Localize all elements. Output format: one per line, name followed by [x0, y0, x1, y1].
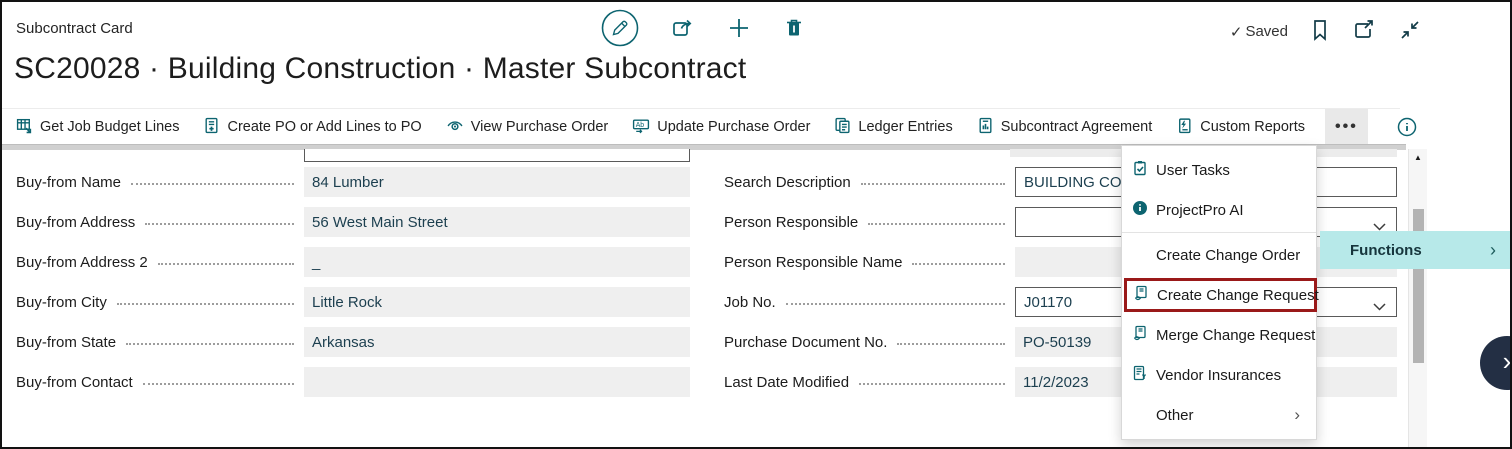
view-purchase-order-button[interactable]: View Purchase Order — [446, 117, 609, 138]
more-actions-menu: User Tasks ProjectPro AI Create Change O… — [1121, 145, 1317, 440]
info-icon — [1396, 116, 1418, 141]
submenu-chevron-icon: › — [1294, 405, 1316, 425]
menu-item-user-tasks[interactable]: User Tasks — [1122, 150, 1316, 190]
bookmark-button[interactable] — [1310, 18, 1330, 45]
menu-divider — [1122, 232, 1316, 233]
menu-item-create-change-request[interactable]: Create Change Request — [1124, 278, 1317, 312]
page-inspection-button[interactable] — [1396, 116, 1418, 141]
menu-item-vendor-insurances[interactable]: Vendor Insurances — [1122, 355, 1316, 395]
share-button[interactable] — [670, 15, 696, 44]
chevron-down-icon[interactable] — [1373, 298, 1386, 315]
next-record-button[interactable]: › — [1480, 336, 1512, 390]
page-title: SC20028 · Building Construction · Master… — [14, 52, 746, 86]
svg-text:Ab: Ab — [636, 122, 645, 129]
menu-item-projectpro-ai[interactable]: ProjectPro AI — [1122, 190, 1316, 230]
vendor-insurances-icon — [1132, 365, 1148, 385]
buy-from-contact-field — [304, 367, 690, 397]
field-row-buy-from-state: Buy-from State Arkansas — [16, 322, 690, 362]
buy-from-address-2-field: _ — [304, 247, 690, 277]
buy-from-address-field: 56 West Main Street — [304, 207, 690, 237]
subcontract-card-window: Subcontract Card — [0, 0, 1512, 449]
plus-icon — [726, 15, 752, 44]
buy-from-state-field: Arkansas — [304, 327, 690, 357]
scrollbar-up-arrow[interactable]: ▲ — [1409, 153, 1427, 162]
new-record-button[interactable] — [726, 15, 752, 44]
edit-toggle-button[interactable] — [600, 8, 640, 51]
trash-icon — [782, 16, 806, 43]
delete-button[interactable] — [782, 16, 806, 43]
create-change-request-icon — [1133, 285, 1149, 305]
update-purchase-order-button[interactable]: Ab Update Purchase Order — [632, 117, 810, 138]
functions-menu-item[interactable]: Functions › — [1320, 231, 1512, 269]
collapse-button[interactable] — [1398, 18, 1422, 45]
get-job-budget-lines-button[interactable]: Get Job Budget Lines — [16, 117, 179, 138]
ledger-entries-icon — [834, 117, 851, 138]
breadcrumb: Subcontract Card — [16, 20, 133, 37]
field-row-buy-from-name: Buy-from Name 84 Lumber — [16, 162, 690, 202]
window-status-icons: ✓ Saved — [1230, 18, 1422, 45]
projectpro-ai-icon — [1132, 200, 1148, 220]
record-action-icons — [600, 8, 806, 51]
field-row-buy-from-address: Buy-from Address 56 West Main Street — [16, 202, 690, 242]
form-column-left: Buy-from Name 84 Lumber Buy-from Address… — [16, 162, 690, 402]
custom-reports-icon — [1176, 117, 1193, 138]
custom-reports-button[interactable]: Custom Reports — [1176, 117, 1305, 138]
bookmark-icon — [1310, 18, 1330, 45]
field-row-buy-from-city: Buy-from City Little Rock — [16, 282, 690, 322]
view-purchase-order-icon — [446, 117, 464, 138]
job-budget-lines-icon — [16, 117, 33, 138]
subcontract-agreement-button[interactable]: Subcontract Agreement — [977, 117, 1153, 138]
buy-from-city-field: Little Rock — [304, 287, 690, 317]
chevron-right-icon: › — [1503, 346, 1512, 377]
buy-from-name-field: 84 Lumber — [304, 167, 690, 197]
menu-item-other[interactable]: Other › — [1122, 395, 1316, 435]
collapse-arrows-icon — [1398, 18, 1422, 45]
subcontract-agreement-icon — [977, 117, 994, 138]
create-po-button[interactable]: Create PO or Add Lines to PO — [203, 117, 421, 138]
create-po-icon — [203, 117, 220, 138]
pencil-circle-icon — [600, 8, 640, 51]
popout-icon — [1352, 18, 1376, 45]
field-row-buy-from-contact: Buy-from Contact — [16, 362, 690, 402]
more-actions-button[interactable]: ••• — [1325, 109, 1368, 146]
share-icon — [670, 15, 696, 44]
user-tasks-icon — [1132, 160, 1148, 180]
update-purchase-order-icon: Ab — [632, 117, 650, 138]
flyout-chevron-icon: › — [1490, 240, 1496, 261]
vertical-scrollbar[interactable]: ▲ — [1408, 149, 1427, 447]
merge-change-request-icon — [1132, 325, 1148, 345]
ledger-entries-button[interactable]: Ledger Entries — [834, 117, 952, 138]
action-toolbar: Get Job Budget Lines Create PO or Add Li… — [2, 108, 1400, 145]
clipped-input-left — [304, 149, 690, 162]
menu-item-merge-change-request[interactable]: Merge Change Request — [1122, 315, 1316, 355]
open-in-new-window-button[interactable] — [1352, 18, 1376, 45]
menu-item-create-change-order[interactable]: Create Change Order — [1122, 235, 1316, 275]
field-row-buy-from-address-2: Buy-from Address 2 _ — [16, 242, 690, 282]
check-icon: ✓ — [1230, 23, 1243, 41]
save-status: ✓ Saved — [1230, 23, 1288, 41]
